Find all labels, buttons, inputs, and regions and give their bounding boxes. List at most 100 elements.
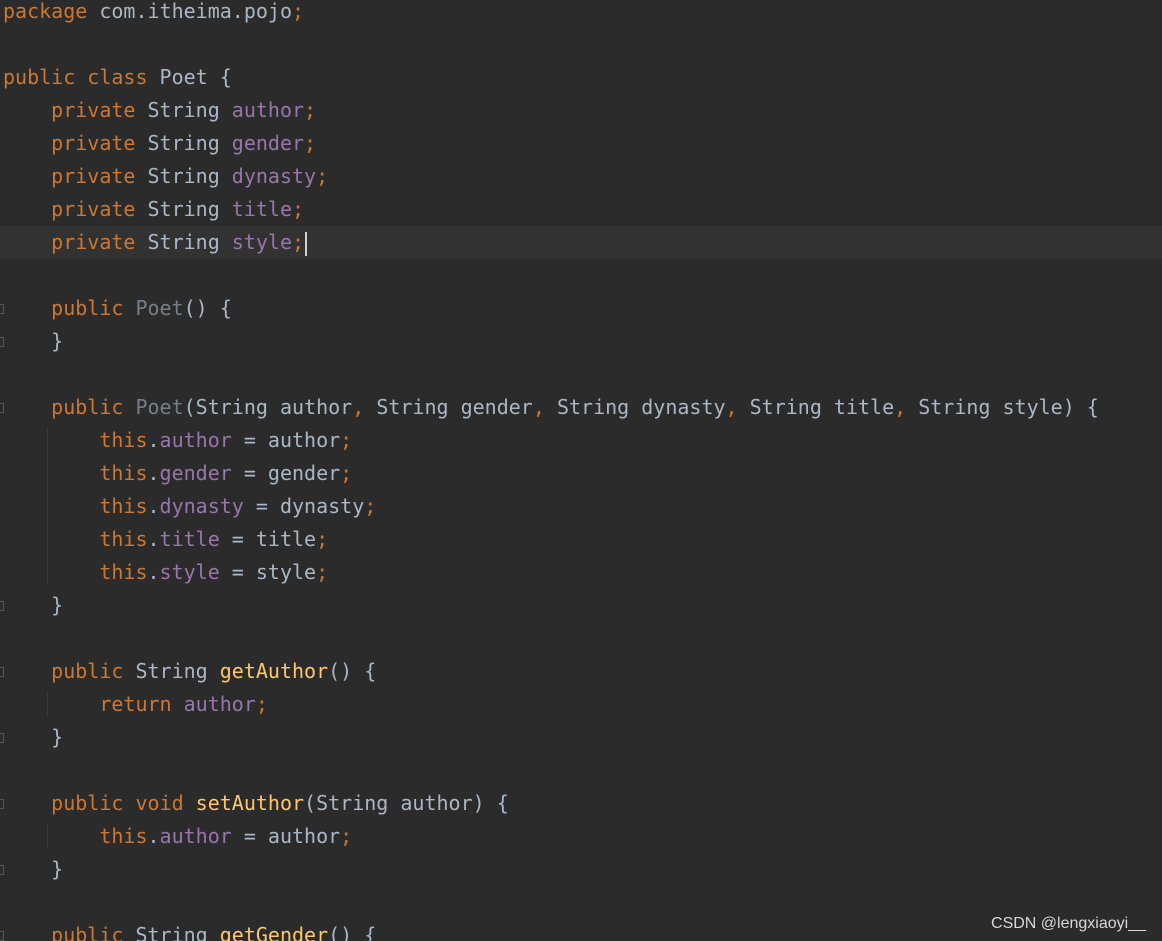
code-line[interactable]: this.dynasty = dynasty;	[0, 490, 1162, 523]
code-line[interactable]: this.gender = gender;	[0, 457, 1162, 490]
code-line[interactable]: public String getAuthor() {	[0, 655, 1162, 688]
code-text: this.title = title;	[3, 523, 328, 556]
code-line[interactable]: this.author = author;	[0, 424, 1162, 457]
token-id: .	[147, 494, 160, 518]
token-kw: this	[99, 560, 148, 584]
token-id: = style	[219, 560, 317, 584]
code-line[interactable]: public String getGender() {	[0, 919, 1162, 941]
code-text: }	[3, 589, 63, 622]
token-field: author	[159, 824, 232, 848]
code-text: public Poet() {	[3, 292, 232, 325]
token-kw: private	[51, 230, 148, 254]
token-field: title	[231, 197, 293, 221]
code-line[interactable]: this.style = style;	[0, 556, 1162, 589]
code-line[interactable]: public Poet(String author, String gender…	[0, 391, 1162, 424]
code-line[interactable]: private String style;	[0, 226, 1162, 259]
code-line[interactable]: }	[0, 721, 1162, 754]
token-id: .	[147, 824, 160, 848]
token-id: () {	[328, 923, 377, 941]
token-id: }	[3, 593, 64, 617]
code-line[interactable]	[0, 358, 1162, 391]
token-kw: public class	[3, 65, 160, 89]
token-punct: ;	[316, 560, 329, 584]
code-line[interactable]: }	[0, 589, 1162, 622]
code-text: }	[3, 853, 63, 886]
token-kw: public void	[51, 791, 196, 815]
token-id	[3, 791, 51, 815]
token-id: (String author) {	[304, 791, 509, 815]
code-line[interactable]	[0, 622, 1162, 655]
code-line[interactable]: private String author;	[0, 94, 1162, 127]
token-id	[3, 395, 51, 419]
token-kw: public	[51, 296, 136, 320]
token-id	[3, 98, 51, 122]
code-editor[interactable]: package com.itheima.pojo; public class Po…	[0, 0, 1162, 941]
token-id	[3, 131, 51, 155]
token-id: }	[3, 857, 64, 881]
code-text: private String gender;	[3, 127, 316, 160]
code-line[interactable]	[0, 754, 1162, 787]
token-id: = title	[219, 527, 317, 551]
indent-guide	[47, 428, 48, 585]
code-text: this.author = author;	[3, 424, 352, 457]
token-field: gender	[159, 461, 232, 485]
code-text: this.gender = gender;	[3, 457, 352, 490]
code-line[interactable]: }	[0, 853, 1162, 886]
token-kw: private	[51, 197, 148, 221]
token-punct: ;	[304, 98, 317, 122]
code-line[interactable]: public Poet() {	[0, 292, 1162, 325]
code-text: }	[3, 721, 63, 754]
code-line[interactable]: this.title = title;	[0, 523, 1162, 556]
code-line[interactable]: private String gender;	[0, 127, 1162, 160]
code-text: private String author;	[3, 94, 316, 127]
code-line[interactable]: private String title;	[0, 193, 1162, 226]
token-kw: this	[99, 824, 148, 848]
token-id	[3, 197, 51, 221]
code-line[interactable]: return author;	[0, 688, 1162, 721]
token-id: .	[147, 560, 160, 584]
token-id: = author	[231, 824, 341, 848]
token-ctor: Poet	[135, 395, 184, 419]
code-text: this.author = author;	[3, 820, 352, 853]
token-id: String	[147, 164, 232, 188]
text-caret	[305, 231, 308, 256]
code-line[interactable]	[0, 28, 1162, 61]
token-id: }	[3, 329, 64, 353]
token-id	[3, 164, 51, 188]
token-kw: this	[99, 527, 148, 551]
code-line[interactable]: this.author = author;	[0, 820, 1162, 853]
code-line[interactable]: package com.itheima.pojo;	[0, 0, 1162, 28]
csdn-watermark: CSDN @lengxiaoyi__	[991, 915, 1146, 932]
token-id	[3, 494, 99, 518]
token-id: () {	[183, 296, 232, 320]
token-id: String	[135, 659, 220, 683]
token-id: Poet {	[159, 65, 232, 89]
indent-guide	[47, 824, 48, 849]
code-line[interactable]: public void setAuthor(String author) {	[0, 787, 1162, 820]
code-text: private String style;	[3, 226, 308, 259]
token-punct: ;	[292, 0, 305, 23]
token-kw: public	[51, 395, 136, 419]
code-text: this.style = style;	[3, 556, 328, 589]
token-id: String title	[749, 395, 895, 419]
token-kw: public	[51, 659, 136, 683]
code-line[interactable]: public class Poet {	[0, 61, 1162, 94]
token-id: () {	[328, 659, 377, 683]
token-punct: ;	[316, 527, 329, 551]
token-punct: ;	[340, 824, 353, 848]
token-id: .	[147, 428, 160, 452]
code-line[interactable]	[0, 259, 1162, 292]
token-punct: ;	[316, 164, 329, 188]
code-line[interactable]: private String dynasty;	[0, 160, 1162, 193]
code-line[interactable]	[0, 886, 1162, 919]
code-text: this.dynasty = dynasty;	[3, 490, 376, 523]
code-text: private String title;	[3, 193, 304, 226]
token-id: = author	[231, 428, 341, 452]
token-kw: this	[99, 461, 148, 485]
token-punct: ;	[364, 494, 377, 518]
token-kw: private	[51, 164, 148, 188]
code-line[interactable]: }	[0, 325, 1162, 358]
token-field: style	[231, 230, 293, 254]
token-id: String gender	[376, 395, 533, 419]
token-punct: ;	[304, 131, 317, 155]
